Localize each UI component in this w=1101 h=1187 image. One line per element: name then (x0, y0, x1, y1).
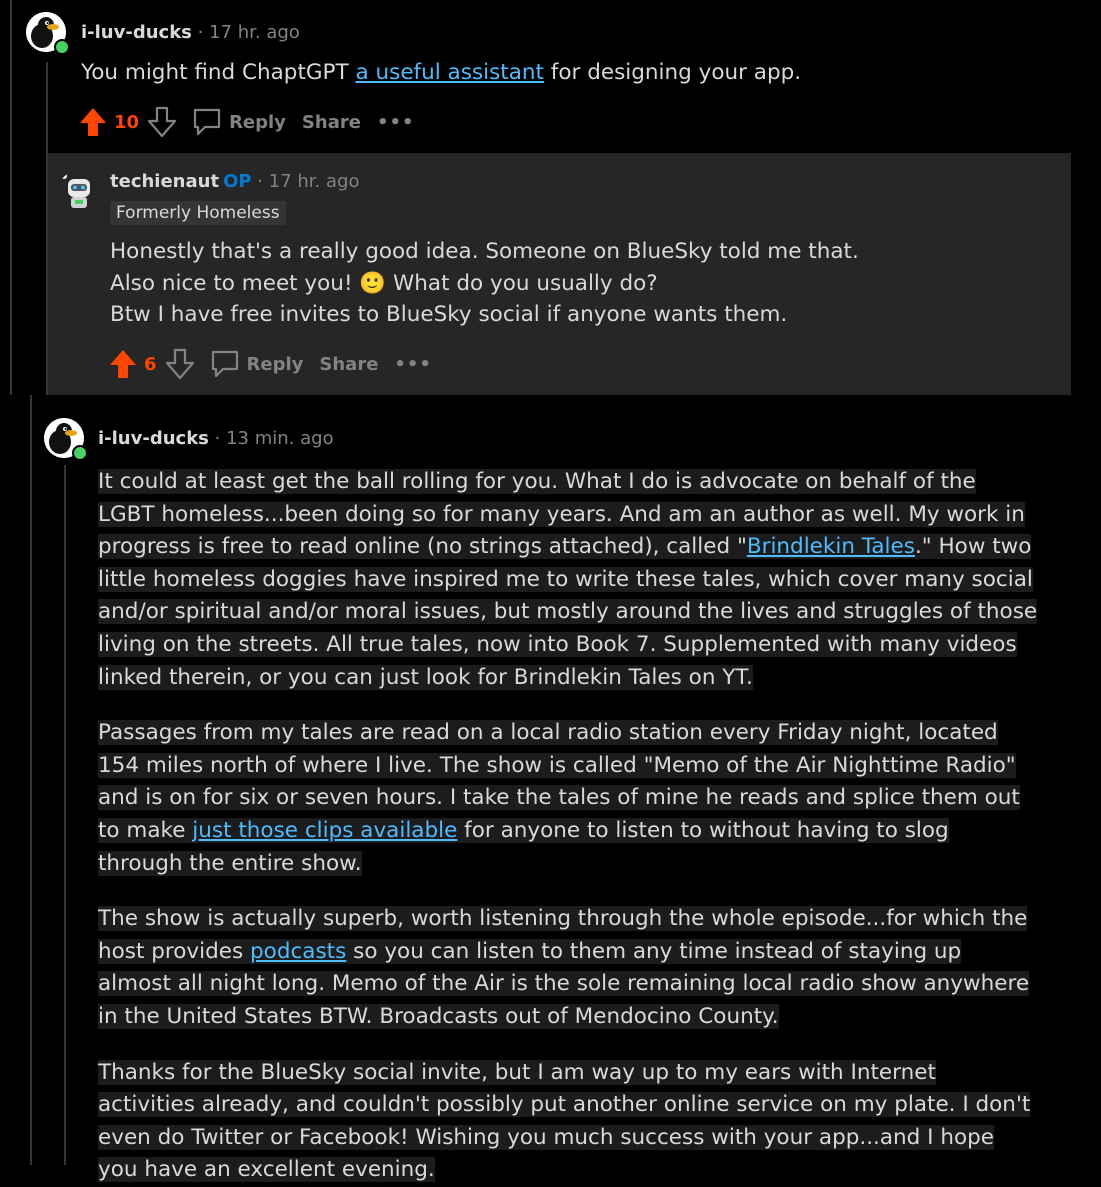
comment-text: What do you usually do? (386, 270, 658, 296)
robot-avatar-icon (61, 173, 90, 208)
comment-actions: 10 Reply Share ••• (78, 105, 414, 139)
separator: · (197, 22, 204, 43)
upvote-button[interactable] (108, 348, 138, 380)
separator: · (214, 428, 221, 449)
thread-line-root[interactable] (10, 0, 12, 395)
thread-line-comment1-lower[interactable] (30, 395, 32, 1165)
comment-text: for designing your app. (543, 60, 802, 85)
online-status-indicator (54, 39, 70, 55)
more-options-button[interactable]: ••• (377, 112, 415, 133)
brindlekin-tales-link[interactable]: Brindlekin Tales (747, 534, 915, 559)
username[interactable]: techienaut (110, 171, 219, 192)
comment-text: Thanks for the BlueSky social invite, bu… (98, 1059, 1031, 1183)
timestamp[interactable]: 13 min. ago (226, 428, 333, 449)
separator: · (257, 171, 264, 192)
comment-paragraph: Thanks for the BlueSky social invite, bu… (98, 1057, 1038, 1187)
user-flair: Formerly Homeless (110, 201, 286, 225)
reply-label: Reply (229, 111, 286, 133)
comment-line: Honestly that's a really good idea. Some… (110, 239, 859, 264)
share-button[interactable]: Share (319, 354, 378, 375)
vote-count: 6 (144, 353, 157, 375)
comment-body: You might find ChaptGPT a useful assista… (81, 57, 801, 90)
avatar[interactable] (58, 171, 98, 211)
timestamp[interactable]: 17 hr. ago (209, 22, 300, 43)
podcasts-link[interactable]: podcasts (250, 939, 346, 964)
online-status-indicator (72, 445, 88, 461)
thread-line-comment3[interactable] (64, 465, 66, 1165)
smile-emoji-icon: 🙂 (359, 270, 387, 296)
share-label: Share (319, 353, 379, 375)
reply-button[interactable]: Reply (209, 349, 304, 379)
reply-button[interactable]: Reply (191, 107, 286, 137)
comment-meta: i-luv-ducks · 17 hr. ago (81, 22, 300, 43)
comment-text: You might find ChaptGPT (81, 60, 356, 85)
upvote-arrow-icon (80, 108, 106, 136)
op-badge: OP (223, 171, 252, 192)
downvote-arrow-icon (165, 348, 194, 380)
vote-count: 10 (114, 111, 140, 133)
downvote-button[interactable] (147, 106, 177, 138)
clips-available-link[interactable]: just those clips available (192, 818, 457, 843)
speech-bubble-icon (211, 350, 238, 378)
upvote-arrow-icon (110, 350, 136, 378)
comment-line: Also nice to meet you! 🙂 What do you usu… (110, 268, 859, 300)
comment-actions: 6 Reply Share ••• (108, 347, 432, 381)
more-options-button[interactable]: ••• (394, 354, 432, 375)
comment-meta: i-luv-ducks · 13 min. ago (98, 428, 334, 449)
comment-2-card: techienaut OP · 17 hr. ago Formerly Homel… (48, 153, 1071, 395)
comment-body: Honestly that's a really good idea. Some… (110, 236, 859, 331)
comment-line: Btw I have free invites to BlueSky socia… (110, 302, 788, 327)
more-dots-icon: ••• (394, 353, 432, 375)
upvote-button[interactable] (78, 106, 108, 138)
share-label: Share (301, 111, 361, 133)
reply-label: Reply (246, 353, 304, 375)
timestamp[interactable]: 17 hr. ago (269, 171, 360, 192)
more-dots-icon: ••• (376, 111, 415, 133)
comment-text: Also nice to meet you! (110, 270, 360, 296)
comment-paragraph: Passages from my tales are read on a loc… (98, 717, 1038, 880)
comment-paragraph: It could at least get the ball rolling f… (98, 466, 1038, 694)
share-button[interactable]: Share (302, 112, 361, 133)
username[interactable]: i-luv-ducks (81, 22, 192, 43)
comment-body: It could at least get the ball rolling f… (98, 466, 1038, 1187)
speech-bubble-icon (193, 108, 221, 136)
username[interactable]: i-luv-ducks (98, 428, 209, 449)
comment-meta: techienaut OP · 17 hr. ago (110, 171, 359, 192)
useful-assistant-link[interactable]: a useful assistant (355, 60, 543, 85)
comment-paragraph: The show is actually superb, worth liste… (98, 903, 1038, 1033)
downvote-button[interactable] (165, 348, 195, 380)
downvote-arrow-icon (147, 106, 177, 138)
